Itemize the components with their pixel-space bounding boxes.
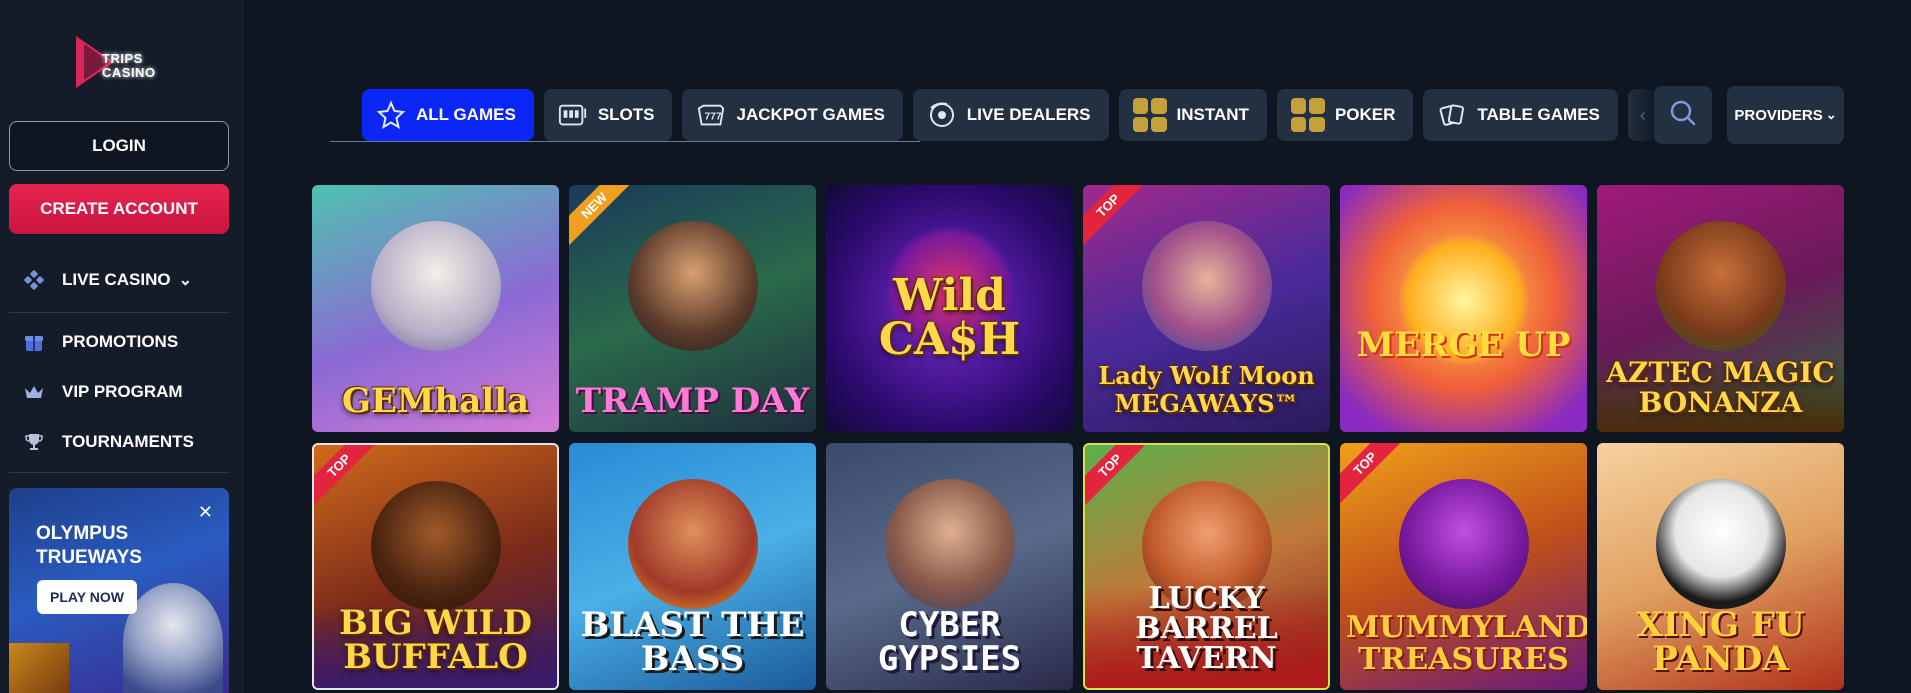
promo-title: OLYMPUS TRUEWAYS xyxy=(36,522,142,570)
game-art xyxy=(370,221,501,351)
search-button[interactable] xyxy=(1654,86,1712,144)
game-tile-tramp-day[interactable]: NEW TRAMP DAY xyxy=(569,185,816,432)
tab-label: INSTANT xyxy=(1176,105,1249,124)
play-now-button[interactable]: PLAY NOW xyxy=(37,580,137,614)
tab-label: TABLE GAMES xyxy=(1477,105,1600,124)
sidebar-divider xyxy=(9,312,229,313)
game-tile-merge-up[interactable]: MERGE UP xyxy=(1340,185,1587,432)
live-casino-icon xyxy=(22,268,46,292)
tab-label: ALL GAMES xyxy=(416,105,516,124)
tab-label: POKER xyxy=(1334,105,1396,124)
tab-label: JACKPOT GAMES xyxy=(736,105,885,124)
game-tile-gemhalla[interactable]: GEMhalla xyxy=(312,185,559,432)
slot-machine-icon xyxy=(558,100,588,130)
sidebar-item-label: VIP PROGRAM xyxy=(62,382,183,401)
svg-text:777: 777 xyxy=(705,112,722,123)
trips-casino-logo[interactable]: TRIPS CASINO xyxy=(76,32,176,94)
search-icon xyxy=(1669,99,1697,132)
game-category-tabs: ALL GAMES SLOTS 777 JACKPOT GAMES LIVE D… xyxy=(362,89,1658,141)
game-art xyxy=(1655,479,1786,609)
tab-all-games[interactable]: ALL GAMES xyxy=(362,89,534,141)
sidebar-item-tournaments[interactable]: TOURNAMENTS xyxy=(22,430,194,454)
cards-icon xyxy=(1437,100,1467,130)
game-title: GEMhalla xyxy=(341,381,530,421)
top-badge: TOP xyxy=(1340,443,1405,503)
chevron-down-icon: ⌄ xyxy=(178,272,193,289)
poker-grid-icon xyxy=(1290,98,1325,132)
tabs-underline xyxy=(330,141,920,142)
tab-table-games[interactable]: TABLE GAMES xyxy=(1423,89,1618,141)
sidebar-item-vip-program[interactable]: VIP PROGRAM xyxy=(22,380,183,404)
tab-poker[interactable]: POKER xyxy=(1276,89,1414,141)
logo-word-2: CASINO xyxy=(102,65,156,80)
sidebar-item-label: TOURNAMENTS xyxy=(62,432,194,451)
promo-title-line-2: TRUEWAYS xyxy=(36,547,142,568)
game-tile-xing-fu-panda[interactable]: XING FU PANDA xyxy=(1597,443,1844,690)
game-title: BIG WILD BUFFALO xyxy=(314,606,557,688)
game-tile-lucky-barrel-tavern[interactable]: TOP LUCKY BARREL TAVERN xyxy=(1083,443,1330,690)
chevron-down-icon: ⌄ xyxy=(1825,107,1837,122)
instant-grid-icon xyxy=(1132,98,1167,132)
sidebar: TRIPS CASINO LOGIN CREATE ACCOUNT LIVE C… xyxy=(0,0,244,693)
game-title: MUMMYLAND TREASURES xyxy=(1346,610,1587,677)
jackpot-icon: 777 xyxy=(696,100,726,130)
game-art xyxy=(1655,221,1786,351)
game-tile-mummyland-treasures[interactable]: TOP MUMMYLAND TREASURES xyxy=(1340,443,1587,690)
game-grid: GEMhalla NEW TRAMP DAY Wild CA$H TOP Lad… xyxy=(312,185,1844,690)
tab-label: LIVE DEALERS xyxy=(966,105,1091,124)
live-dealer-icon xyxy=(927,100,957,130)
game-art xyxy=(1141,221,1272,351)
game-title: LUCKY BARREL TAVERN xyxy=(1085,584,1328,688)
sidebar-item-label: PROMOTIONS xyxy=(62,332,179,351)
login-button[interactable]: LOGIN xyxy=(9,121,229,171)
game-title: CYBER GYPSIES xyxy=(877,605,1022,679)
tab-slots[interactable]: SLOTS xyxy=(543,89,673,141)
game-art xyxy=(370,481,501,611)
game-tile-lady-wolf-moon[interactable]: TOP Lady Wolf Moon MEGAWAYS™ xyxy=(1083,185,1330,432)
tab-label: SLOTS xyxy=(597,105,655,124)
crown-icon xyxy=(22,380,46,404)
promo-banner-olympus-trueways[interactable]: OLYMPUS TRUEWAYS ✕ PLAY NOW xyxy=(9,488,229,693)
game-tile-aztec-magic-bonanza[interactable]: AZTEC MAGIC BONANZA xyxy=(1597,185,1844,432)
game-title: Wild CA$H xyxy=(878,270,1021,365)
top-badge: TOP xyxy=(1083,185,1148,245)
game-title: TRAMP DAY xyxy=(575,381,810,421)
zeus-illustration xyxy=(123,583,223,693)
game-title: MERGE UP xyxy=(1356,325,1571,365)
star-icon xyxy=(376,100,406,130)
top-badge: TOP xyxy=(314,445,379,505)
new-badge: NEW xyxy=(569,185,634,245)
game-title: AZTEC MAGIC BONANZA xyxy=(1597,358,1844,432)
game-art xyxy=(627,221,758,351)
create-account-button[interactable]: CREATE ACCOUNT xyxy=(9,184,229,234)
tab-live-dealers[interactable]: LIVE DEALERS xyxy=(912,89,1109,141)
tab-instant[interactable]: INSTANT xyxy=(1118,89,1267,141)
sidebar-divider xyxy=(9,472,229,473)
top-badge: TOP xyxy=(1085,445,1150,505)
game-tile-cyber-gypsies[interactable]: CYBER GYPSIES xyxy=(826,443,1073,690)
providers-dropdown[interactable]: PROVIDERS ⌄ xyxy=(1727,86,1844,144)
promo-title-line-1: OLYMPUS xyxy=(36,523,129,544)
promo-decoration xyxy=(9,643,69,693)
logo-word-1: TRIPS xyxy=(102,51,143,66)
trophy-icon xyxy=(22,430,46,454)
game-tile-big-wild-buffalo[interactable]: TOP BIG WILD BUFFALO xyxy=(312,443,559,690)
game-title: BLAST THE BASS xyxy=(580,605,805,679)
game-title: Lady Wolf Moon MEGAWAYS™ xyxy=(1098,361,1315,418)
sidebar-item-live-casino[interactable]: LIVE CASINO ⌄ xyxy=(22,268,192,292)
game-art xyxy=(1398,479,1529,609)
game-art xyxy=(884,479,1015,609)
game-title: XING FU PANDA xyxy=(1636,605,1805,679)
providers-label: PROVIDERS xyxy=(1734,106,1823,124)
logo-text: TRIPS CASINO xyxy=(102,52,156,80)
game-tile-wild-cash[interactable]: Wild CA$H xyxy=(826,185,1073,432)
game-tile-blast-the-bass[interactable]: BLAST THE BASS xyxy=(569,443,816,690)
sidebar-item-label: LIVE CASINO xyxy=(62,270,171,289)
gift-icon xyxy=(22,330,46,354)
tab-jackpot-games[interactable]: 777 JACKPOT GAMES xyxy=(682,89,903,141)
sidebar-item-promotions[interactable]: PROMOTIONS xyxy=(22,330,178,354)
close-icon[interactable]: ✕ xyxy=(198,502,213,523)
game-art xyxy=(627,479,758,609)
